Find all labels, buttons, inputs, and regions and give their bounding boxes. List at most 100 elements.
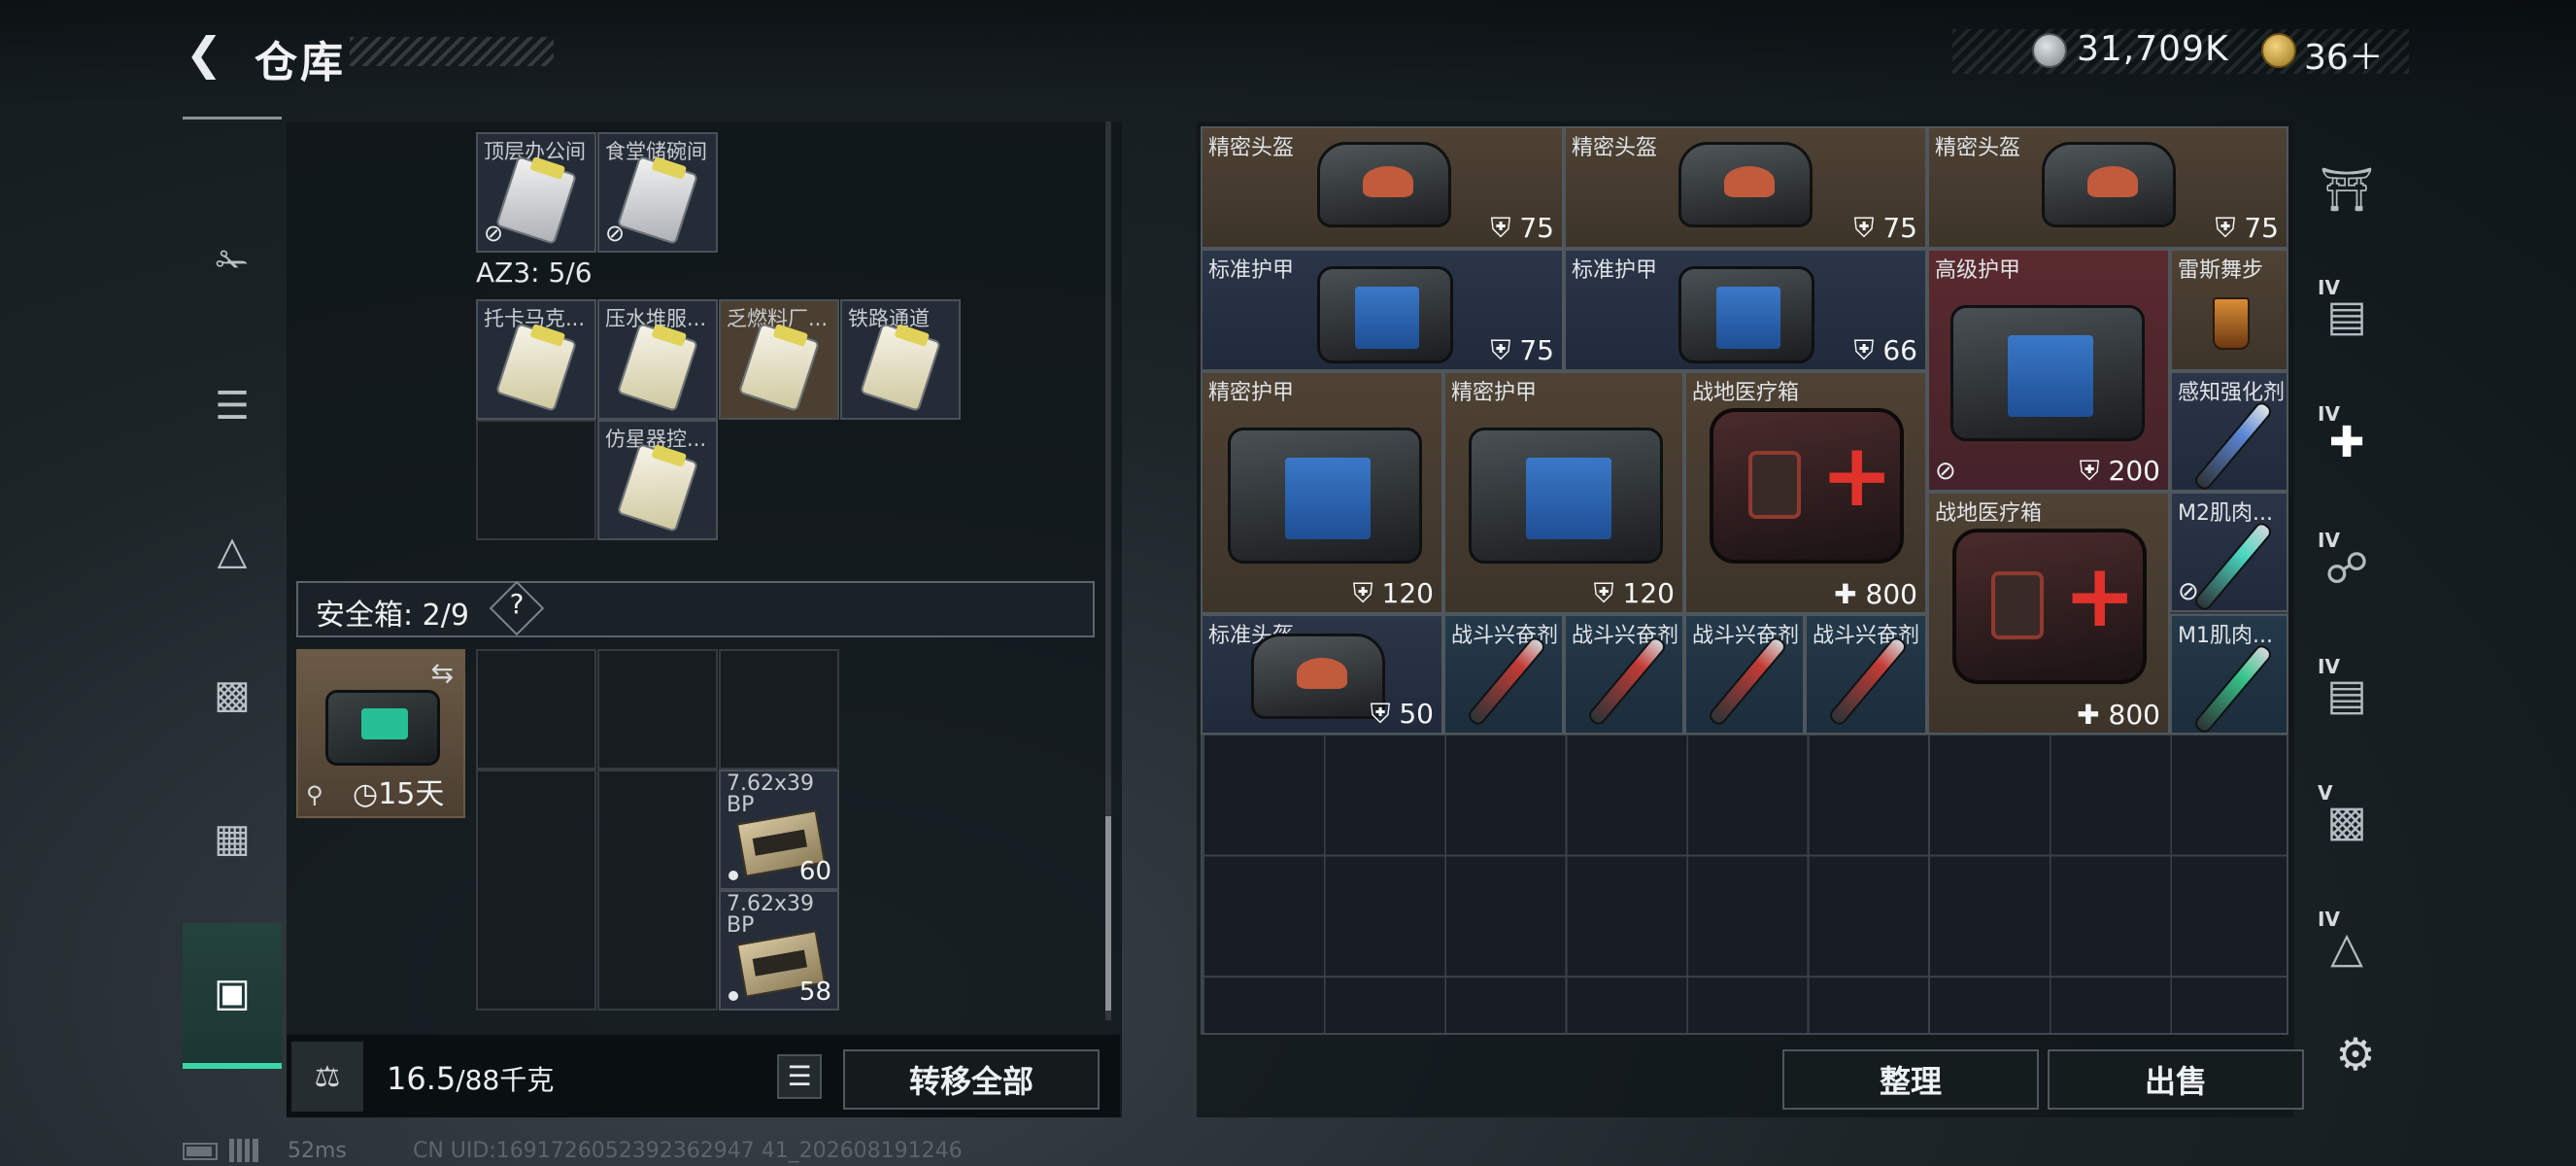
rail-item-chest-rig[interactable]: ☰ <box>183 333 282 479</box>
armor-icon <box>1678 266 1814 363</box>
help-icon[interactable]: ? <box>505 588 528 620</box>
keycard-slot[interactable]: 托卡马克... <box>476 299 596 420</box>
keycard-slot[interactable]: 顶层办公间 ⊘ <box>476 132 596 253</box>
transfer-all-button[interactable]: 转移全部 <box>843 1049 1100 1110</box>
keycard-slot[interactable]: 铁路通道 <box>840 299 961 420</box>
keycard-icon <box>737 322 821 413</box>
list-icon[interactable]: ☰ <box>777 1054 822 1099</box>
stash-tab-4[interactable]: IV ▤ <box>2304 632 2390 758</box>
keycard-group-label: AZ3: 5/6 <box>476 257 593 289</box>
armor-value-number: 75 <box>1519 212 1554 244</box>
helmet-icon <box>1251 634 1385 719</box>
weight-icon: ⚖ <box>291 1042 363 1112</box>
item-name: 精密头盔 <box>1208 136 1295 160</box>
item-name: 精密护甲 <box>1451 381 1538 405</box>
keycard-slot[interactable]: 食堂储碗间 ⊘ <box>597 132 718 253</box>
armor-icon <box>1317 266 1453 363</box>
stash-item-armor[interactable]: 精密护甲 ⛨ 120 <box>1443 371 1684 614</box>
stash-item-stimulant[interactable]: M1肌肉... <box>2170 614 2288 735</box>
ammo-item[interactable]: 7.62x39 BP 60 <box>719 770 839 890</box>
stash-item-armor[interactable]: 精密护甲 ⛨ 120 <box>1201 371 1443 614</box>
ammo-quantity: 60 <box>798 857 831 886</box>
keycard-slot[interactable]: 仿星器控... <box>597 420 718 540</box>
item-name: M1肌肉... <box>2178 624 2273 648</box>
title-decoration <box>350 37 554 66</box>
gear-icon[interactable]: ⚙ <box>2329 1028 2382 1080</box>
keycard-icon <box>494 322 578 413</box>
sort-button[interactable]: 整理 <box>1782 1049 2039 1110</box>
safebox-slot[interactable] <box>597 649 718 770</box>
stash-item-armor[interactable]: 标准护甲 ⛨ 75 <box>1201 249 1564 371</box>
stash-item-medkit[interactable]: 战地医疗箱 ✚ 800 <box>1927 492 2170 735</box>
stash-item-armor-advanced[interactable]: 高级护甲 ⊘ ⛨ 200 <box>1927 249 2170 492</box>
stash-item-helmet[interactable]: 精密头盔 ⛨ 75 <box>1564 126 1927 249</box>
keycard-slot[interactable]: 乏燃料厂... <box>719 299 839 420</box>
premium-currency-value[interactable]: 36＋ <box>2304 29 2384 80</box>
stash-item-stimulant[interactable]: 战斗兴奋剂 <box>1443 614 1564 735</box>
gun-icon: ✁ <box>216 240 249 285</box>
injector-icon <box>2191 642 2275 733</box>
stash-tab-rail: ⛩ IV ▤ IV ✚ IV ☍ IV ▤ V ▩ IV △ <box>2304 121 2390 1054</box>
rail-item-weapons[interactable]: ✁ <box>183 189 282 335</box>
stash-item-stimulant[interactable]: 战斗兴奋剂 <box>1684 614 1805 735</box>
stash-item-medkit[interactable]: 战地医疗箱 ✚ 800 <box>1684 371 1927 614</box>
rail-item-container[interactable]: ▦ <box>183 766 282 911</box>
secure-case-icon <box>325 690 440 766</box>
safebox-timer: ◷15天 <box>353 777 445 811</box>
keycard-slot[interactable]: 压水堆服... <box>597 299 718 420</box>
keycard-icon <box>616 154 699 246</box>
back-arrow-icon[interactable]: ❮ <box>180 29 228 78</box>
safebox-container[interactable]: ⇆ ⚲ ◷15天 <box>296 649 465 818</box>
armor-value-number: 75 <box>1519 334 1554 366</box>
page-title: 仓库 <box>254 38 346 87</box>
keycard-icon <box>616 442 699 533</box>
stash-tab-5[interactable]: V ▩ <box>2304 758 2390 884</box>
armor-value: ⛨ 200 <box>2079 455 2160 487</box>
stash-item-armor[interactable]: 标准护甲 ⛨ 66 <box>1564 249 1927 371</box>
armor-value-number: 75 <box>2244 212 2279 244</box>
safebox-slot[interactable] <box>597 770 718 1011</box>
ammo-item[interactable]: 7.62x39 BP 58 <box>719 890 839 1011</box>
item-name: 精密护甲 <box>1208 381 1295 405</box>
sell-button[interactable]: 出售 <box>2048 1049 2304 1110</box>
stash-tab-6[interactable]: IV △ <box>2304 884 2390 1011</box>
stash-item-drink[interactable]: 雷斯舞步 <box>2170 249 2288 371</box>
stash-tab-1[interactable]: IV ▤ <box>2304 253 2390 379</box>
item-name: 精密头盔 <box>1572 136 1658 160</box>
drink-icon <box>2213 297 2250 350</box>
armor-value-number: 75 <box>1882 212 1917 244</box>
stash-item-stimulant[interactable]: 战斗兴奋剂 <box>1805 614 1927 735</box>
armor-value: ⛨ 75 <box>1853 212 1917 244</box>
stash-tab-helmet[interactable]: ⛩ <box>2304 126 2390 253</box>
injector-icon <box>2191 520 2275 610</box>
empty-slot[interactable] <box>476 420 596 540</box>
safebox-slot[interactable] <box>719 649 839 770</box>
tab-level: V <box>2318 781 2333 805</box>
keycard-icon <box>859 322 942 413</box>
ammo-label: 7.62x39 BP <box>727 772 814 817</box>
item-name: 感知强化剂 <box>2178 381 2286 405</box>
rail-item-bag[interactable]: △ <box>183 478 282 624</box>
stash-item-stimulant[interactable]: 感知强化剂 <box>2170 371 2288 492</box>
armor-icon <box>1469 428 1663 564</box>
armor-value: ⛨ 66 <box>1853 334 1917 366</box>
item-name: 战地医疗箱 <box>1935 501 2043 526</box>
tab-level: IV <box>2318 276 2340 299</box>
stash-tab-2[interactable]: IV ✚ <box>2304 379 2390 505</box>
medkit-icon <box>1710 408 1904 564</box>
stash-item-stimulant[interactable]: M2肌肉... ⊘ <box>2170 492 2288 612</box>
safebox-slot[interactable] <box>476 770 596 1011</box>
scrollbar-thumb[interactable] <box>1105 816 1111 1011</box>
rail-item-safebox[interactable]: ▣ <box>183 923 282 1069</box>
rail-item-backpack[interactable]: ▩ <box>183 622 282 768</box>
swap-icon[interactable]: ⇆ <box>431 657 454 689</box>
stash-item-helmet[interactable]: 标准头盔 ⛨ 50 <box>1201 614 1443 735</box>
stash-tab-3[interactable]: IV ☍ <box>2304 505 2390 632</box>
armor-value: ⛨ 120 <box>1593 577 1675 609</box>
timer-value: 15天 <box>378 777 445 811</box>
stash-item-stimulant[interactable]: 战斗兴奋剂 <box>1564 614 1684 735</box>
safebox-slot[interactable] <box>476 649 596 770</box>
item-name: 标准护甲 <box>1208 258 1295 283</box>
stash-item-helmet[interactable]: 精密头盔 ⛨ 75 <box>1927 126 2288 249</box>
stash-item-helmet[interactable]: 精密头盔 ⛨ 75 <box>1201 126 1564 249</box>
